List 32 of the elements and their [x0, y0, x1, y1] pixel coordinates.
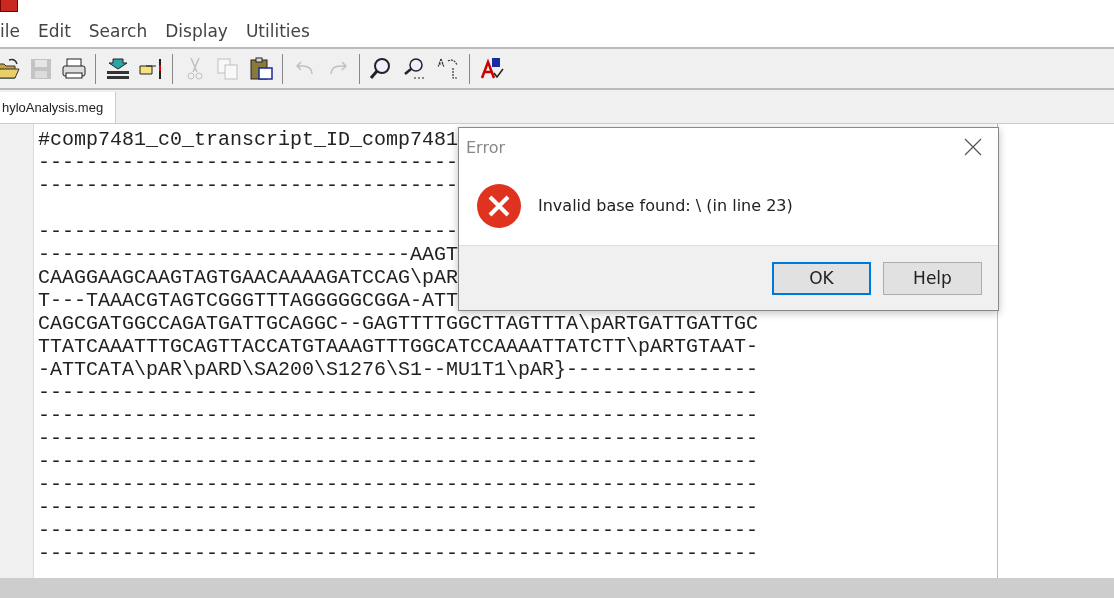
menu-item[interactable]: Utilities — [236, 21, 319, 41]
sequence-line: ----------------------------------- — [38, 220, 459, 243]
sequence-line: T---TAAACGTAGTCGGGTTTAGGGGGCGGA-ATT — [38, 289, 459, 312]
sequence-line: CAGCGATGGCCAGATGATTGCAGGC--GAGTTTTGGCTTAGTTTA\pARTGATTGATTGC — [38, 312, 759, 335]
sequence-line: ------------------------------------------------------------ — [38, 450, 759, 473]
menu-item[interactable]: ile — [0, 21, 29, 41]
dialog-button[interactable]: OK — [772, 261, 871, 295]
close-icon[interactable] — [964, 138, 982, 156]
horizontal-scrollbar[interactable] — [0, 578, 1114, 598]
sequence-line: ------------------------------------------------------------ — [38, 427, 759, 450]
sequence-line: ------------------------------------------------------------ — [38, 519, 759, 542]
sequence-line: CAAGGAAGCAAGTAGTGAACAAAAGATCCAG\pAR — [38, 266, 459, 289]
sequence-line: TTATCAAATTTGCAGTTACCATGTAAAGTTTGGCATCCAAAATTATCTT\pARTGTAAT- — [38, 335, 759, 358]
sequence-line: ----------------------------------- — [38, 174, 459, 197]
error-icon — [476, 182, 522, 229]
app-icon — [0, 0, 18, 12]
menu-item[interactable]: Edit — [28, 21, 80, 41]
sequence-line: -------------------------------AAGT — [38, 243, 459, 266]
sequence-line: ------------------------------------------------------------ — [38, 542, 759, 565]
sequence-line: ----------------------------------- — [38, 151, 459, 174]
dialog-button[interactable]: Help — [883, 261, 982, 295]
menu-item[interactable]: Display — [156, 21, 237, 41]
sequence-line: #comp7481_c0_transcript_ID_comp7481 — [38, 128, 459, 151]
file-tab[interactable]: hyloAnalysis.meg — [0, 92, 117, 123]
dialog-title: Error — [466, 137, 505, 157]
sequence-line: -ATTCATA\pAR\pARD\SA200\S1276\S1--MU1T1\pAR}---------------- — [38, 358, 759, 381]
menu-item[interactable]: Search — [79, 21, 157, 41]
sequence-line: ------------------------------------------------------------ — [38, 496, 759, 519]
sequence-line: ------------------------------------------------------------ — [38, 404, 759, 427]
sequence-line: ------------------------------------------------------------ — [38, 381, 759, 404]
error-message: Invalid base found: \ (in line 23) — [538, 196, 793, 215]
sequence-line: ------------------------------------------------------------ — [38, 473, 759, 496]
